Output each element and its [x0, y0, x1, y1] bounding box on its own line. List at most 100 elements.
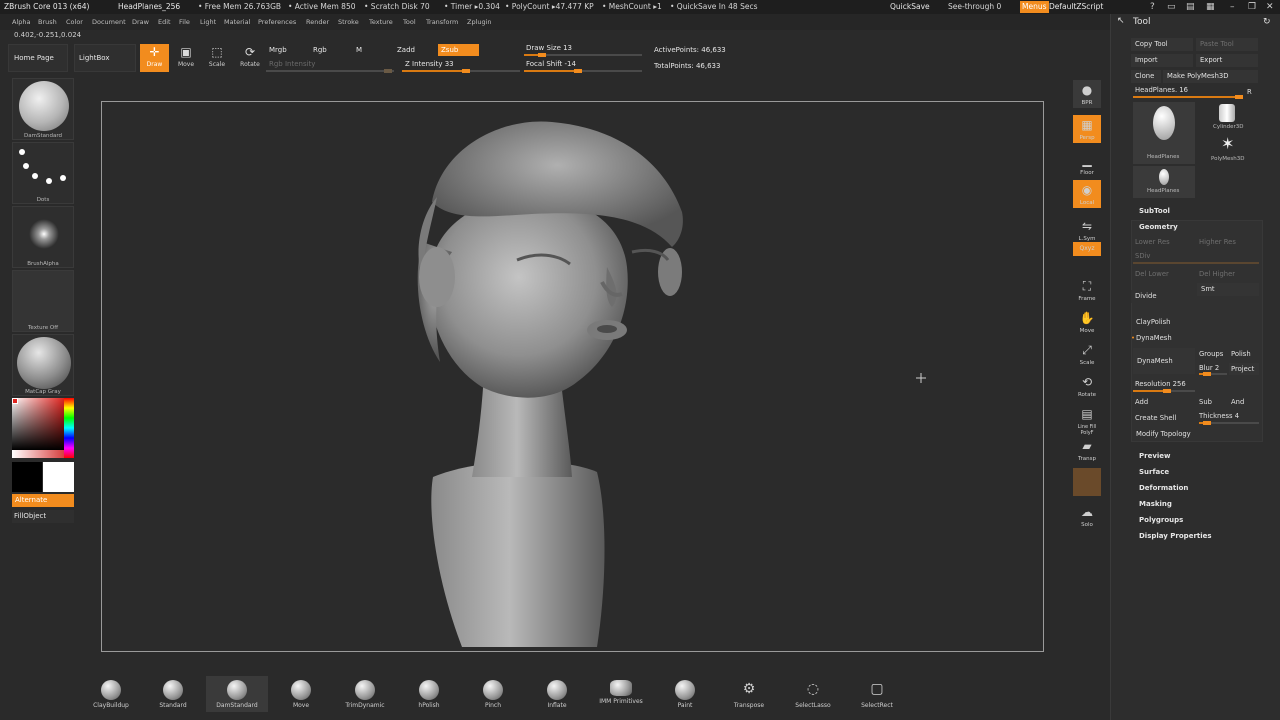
- smt-button[interactable]: Smt: [1197, 283, 1259, 296]
- headplanes-track[interactable]: [1133, 95, 1243, 99]
- persp-button[interactable]: ▦ Persp: [1073, 115, 1101, 143]
- color-square[interactable]: [12, 398, 64, 450]
- headplanes-slider[interactable]: HeadPlanes. 16: [1135, 86, 1188, 94]
- thickness-slider[interactable]: Thickness 4: [1199, 412, 1239, 420]
- bpr-button[interactable]: ● BPR: [1073, 80, 1101, 108]
- headplanes-small-thumb[interactable]: HeadPlanes: [1133, 166, 1195, 198]
- transp-button[interactable]: ▰ Transp: [1073, 436, 1101, 464]
- stroke-thumbnail[interactable]: Dots: [12, 142, 74, 204]
- and-button[interactable]: And: [1231, 398, 1244, 406]
- del-higher-button[interactable]: Del Higher: [1199, 270, 1235, 278]
- floor-button[interactable]: ▁ Floor: [1073, 150, 1101, 178]
- lsym-button[interactable]: ⇋ L.Sym: [1073, 216, 1101, 244]
- script-icon[interactable]: ▦: [1206, 0, 1215, 14]
- menu-tool[interactable]: Tool: [403, 14, 416, 30]
- surface-section[interactable]: Surface: [1139, 468, 1169, 476]
- panel-icon[interactable]: ▭: [1167, 0, 1176, 14]
- cylinder-thumb[interactable]: Cylinder3D: [1211, 102, 1247, 134]
- display-properties-section[interactable]: Display Properties: [1139, 532, 1212, 540]
- menu-edit[interactable]: Edit: [158, 14, 171, 30]
- modify-topology-section[interactable]: Modify Topology: [1136, 430, 1191, 438]
- paste-tool-button[interactable]: Paste Tool: [1196, 38, 1258, 51]
- texture-thumbnail[interactable]: Texture Off: [12, 270, 74, 332]
- draw-button[interactable]: ✛ Draw: [140, 44, 169, 72]
- secondary-color-swatch[interactable]: [12, 462, 42, 492]
- document-canvas[interactable]: [101, 101, 1044, 652]
- z-intensity-track[interactable]: [402, 69, 520, 73]
- inflate-brush[interactable]: Inflate: [526, 676, 588, 712]
- draw-size-track[interactable]: [524, 53, 642, 57]
- menu-material[interactable]: Material: [224, 14, 250, 30]
- headplanes-thumb[interactable]: HeadPlanes: [1133, 102, 1195, 164]
- alpha-thumbnail[interactable]: BrushAlpha: [12, 206, 74, 268]
- create-shell-button[interactable]: Create Shell: [1135, 414, 1176, 422]
- project-button[interactable]: Project: [1229, 363, 1259, 375]
- sculpt-viewport[interactable]: [102, 102, 1045, 653]
- menu-stroke[interactable]: Stroke: [338, 14, 359, 30]
- groups-button[interactable]: Groups: [1199, 350, 1223, 358]
- lightbox-button[interactable]: LightBox: [74, 44, 136, 72]
- del-lower-button[interactable]: Del Lower: [1135, 270, 1169, 278]
- frame-button[interactable]: ⛶ Frame: [1073, 276, 1101, 304]
- pinch-brush[interactable]: Pinch: [462, 676, 524, 712]
- menu-draw[interactable]: Draw: [132, 14, 149, 30]
- blur-track[interactable]: [1199, 372, 1227, 376]
- menu-color[interactable]: Color: [66, 14, 83, 30]
- see-through-slider[interactable]: See-through 0: [948, 0, 1001, 14]
- menu-document[interactable]: Document: [92, 14, 126, 30]
- menu-file[interactable]: File: [179, 14, 190, 30]
- selectrect-tool[interactable]: ▢ SelectRect: [846, 676, 908, 712]
- lower-res-button[interactable]: Lower Res: [1135, 238, 1170, 246]
- import-button[interactable]: Import: [1131, 54, 1193, 67]
- thickness-track[interactable]: [1199, 421, 1259, 425]
- minimize-icon[interactable]: –: [1230, 0, 1235, 14]
- claypolish-section[interactable]: ClayPolish: [1136, 318, 1170, 326]
- focal-shift-track[interactable]: [524, 69, 642, 73]
- mrgb-button[interactable]: Mrgb: [269, 46, 287, 54]
- export-button[interactable]: Export: [1196, 54, 1258, 67]
- default-zscript-button[interactable]: DefaultZScript: [1049, 0, 1103, 14]
- m-button[interactable]: M: [356, 46, 362, 54]
- standard-brush[interactable]: Standard: [142, 676, 204, 712]
- polymesh-thumb[interactable]: ✶ PolyMesh3D: [1211, 134, 1251, 166]
- menu-alpha[interactable]: Alpha: [12, 14, 30, 30]
- quicksave-button[interactable]: QuickSave: [890, 0, 930, 14]
- menus-button[interactable]: Menus: [1020, 1, 1049, 13]
- color-picker[interactable]: [12, 398, 74, 458]
- rgb-intensity-track[interactable]: [266, 69, 394, 73]
- divide-button[interactable]: Divide: [1131, 290, 1195, 303]
- polyframe-button[interactable]: ▤ Line Fill PolyF: [1073, 404, 1101, 436]
- dynamesh-button[interactable]: DynaMesh: [1133, 348, 1195, 374]
- geometry-section[interactable]: Geometry: [1139, 223, 1178, 231]
- clone-button[interactable]: Clone: [1131, 70, 1161, 83]
- dynamesh-section[interactable]: DynaMesh: [1136, 334, 1172, 342]
- main-color-swatch[interactable]: [43, 462, 74, 492]
- menu-render[interactable]: Render: [306, 14, 329, 30]
- r-button[interactable]: R: [1247, 88, 1252, 96]
- local-button[interactable]: ◉ Local: [1073, 180, 1101, 208]
- add-button[interactable]: Add: [1135, 398, 1148, 406]
- masking-section[interactable]: Masking: [1139, 500, 1172, 508]
- deformation-section[interactable]: Deformation: [1139, 484, 1188, 492]
- focal-shift-slider[interactable]: Focal Shift -14: [526, 60, 576, 68]
- help-icon[interactable]: ?: [1150, 0, 1155, 14]
- subtool-section[interactable]: SubTool: [1139, 207, 1170, 215]
- trimdynamic-brush[interactable]: TrimDynamic: [334, 676, 396, 712]
- xyz-button[interactable]: Qxyz: [1073, 242, 1101, 256]
- zsub-button[interactable]: Zsub: [438, 44, 479, 56]
- maximize-icon[interactable]: ❐: [1248, 0, 1256, 14]
- hue-strip[interactable]: [64, 398, 74, 458]
- preview-section[interactable]: Preview: [1139, 452, 1171, 460]
- rotate-view-button[interactable]: ⟲ Rotate: [1073, 372, 1101, 400]
- scale-button[interactable]: ⬚ Scale: [203, 44, 231, 72]
- menu-zplugin[interactable]: Zplugin: [467, 14, 492, 30]
- zadd-button[interactable]: Zadd: [397, 46, 415, 54]
- menu-brush[interactable]: Brush: [38, 14, 57, 30]
- menu-texture[interactable]: Texture: [369, 14, 393, 30]
- z-intensity-slider[interactable]: Z Intensity 33: [405, 60, 454, 68]
- layout-icon[interactable]: ▤: [1186, 0, 1195, 14]
- selectlasso-tool[interactable]: ◌ SelectLasso: [782, 676, 844, 712]
- home-page-button[interactable]: Home Page: [8, 44, 68, 72]
- resolution-slider[interactable]: Resolution 256: [1135, 380, 1186, 388]
- close-icon[interactable]: ✕: [1266, 0, 1274, 14]
